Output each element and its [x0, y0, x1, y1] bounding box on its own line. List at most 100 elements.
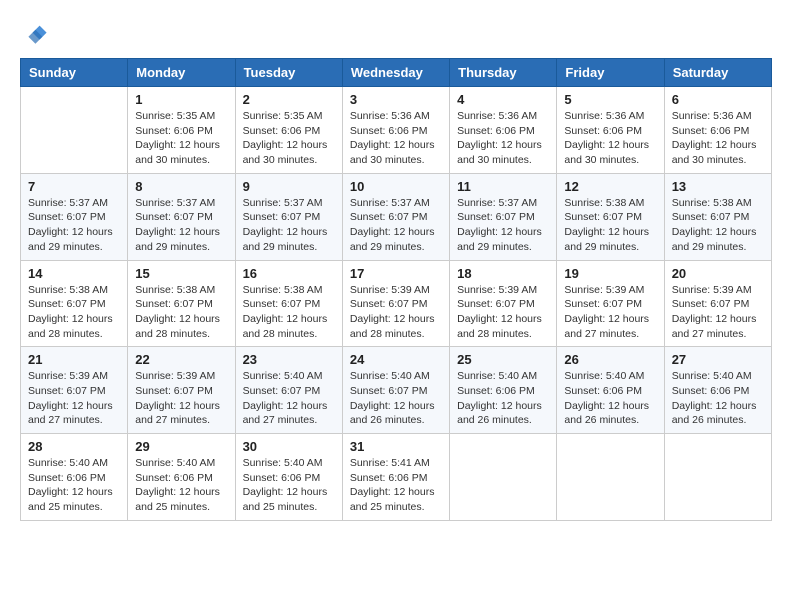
- calendar-header-saturday: Saturday: [664, 59, 771, 87]
- calendar-cell: 31 Sunrise: 5:41 AM Sunset: 6:06 PM Dayli…: [342, 434, 449, 521]
- calendar-cell: 5 Sunrise: 5:36 AM Sunset: 6:06 PM Daylig…: [557, 87, 664, 174]
- day-number: 2: [243, 92, 335, 107]
- day-number: 1: [135, 92, 227, 107]
- day-number: 19: [564, 266, 656, 281]
- day-number: 16: [243, 266, 335, 281]
- day-number: 14: [28, 266, 120, 281]
- day-info: Sunrise: 5:38 AM Sunset: 6:07 PM Dayligh…: [243, 283, 335, 342]
- calendar-cell: 9 Sunrise: 5:37 AM Sunset: 6:07 PM Daylig…: [235, 173, 342, 260]
- day-info: Sunrise: 5:39 AM Sunset: 6:07 PM Dayligh…: [672, 283, 764, 342]
- calendar-cell: 3 Sunrise: 5:36 AM Sunset: 6:06 PM Daylig…: [342, 87, 449, 174]
- calendar-header-sunday: Sunday: [21, 59, 128, 87]
- day-number: 8: [135, 179, 227, 194]
- day-info: Sunrise: 5:39 AM Sunset: 6:07 PM Dayligh…: [457, 283, 549, 342]
- calendar: SundayMondayTuesdayWednesdayThursdayFrid…: [20, 58, 772, 521]
- day-info: Sunrise: 5:40 AM Sunset: 6:06 PM Dayligh…: [28, 456, 120, 515]
- day-info: Sunrise: 5:37 AM Sunset: 6:07 PM Dayligh…: [457, 196, 549, 255]
- calendar-cell: 17 Sunrise: 5:39 AM Sunset: 6:07 PM Dayli…: [342, 260, 449, 347]
- day-info: Sunrise: 5:40 AM Sunset: 6:06 PM Dayligh…: [564, 369, 656, 428]
- day-number: 26: [564, 352, 656, 367]
- day-info: Sunrise: 5:38 AM Sunset: 6:07 PM Dayligh…: [672, 196, 764, 255]
- day-info: Sunrise: 5:40 AM Sunset: 6:06 PM Dayligh…: [243, 456, 335, 515]
- day-info: Sunrise: 5:37 AM Sunset: 6:07 PM Dayligh…: [135, 196, 227, 255]
- day-number: 9: [243, 179, 335, 194]
- calendar-cell: [21, 87, 128, 174]
- logo-icon: [20, 20, 48, 48]
- day-number: 29: [135, 439, 227, 454]
- day-info: Sunrise: 5:39 AM Sunset: 6:07 PM Dayligh…: [28, 369, 120, 428]
- calendar-week-row: 28 Sunrise: 5:40 AM Sunset: 6:06 PM Dayli…: [21, 434, 772, 521]
- day-info: Sunrise: 5:39 AM Sunset: 6:07 PM Dayligh…: [350, 283, 442, 342]
- day-number: 10: [350, 179, 442, 194]
- day-number: 3: [350, 92, 442, 107]
- calendar-cell: [450, 434, 557, 521]
- calendar-week-row: 14 Sunrise: 5:38 AM Sunset: 6:07 PM Dayli…: [21, 260, 772, 347]
- day-number: 12: [564, 179, 656, 194]
- calendar-week-row: 7 Sunrise: 5:37 AM Sunset: 6:07 PM Daylig…: [21, 173, 772, 260]
- calendar-cell: 15 Sunrise: 5:38 AM Sunset: 6:07 PM Dayli…: [128, 260, 235, 347]
- calendar-cell: 26 Sunrise: 5:40 AM Sunset: 6:06 PM Dayli…: [557, 347, 664, 434]
- calendar-cell: 19Sunrise: 5:39 AM Sunset: 6:07 PM Dayli…: [557, 260, 664, 347]
- day-info: Sunrise: 5:39 AM Sunset: 6:07 PM Dayligh…: [135, 369, 227, 428]
- day-number: 18: [457, 266, 549, 281]
- day-number: 31: [350, 439, 442, 454]
- day-info: Sunrise: 5:40 AM Sunset: 6:06 PM Dayligh…: [135, 456, 227, 515]
- calendar-cell: [664, 434, 771, 521]
- day-number: 25: [457, 352, 549, 367]
- day-number: 24: [350, 352, 442, 367]
- calendar-cell: 2 Sunrise: 5:35 AM Sunset: 6:06 PM Daylig…: [235, 87, 342, 174]
- calendar-cell: 1 Sunrise: 5:35 AM Sunset: 6:06 PM Daylig…: [128, 87, 235, 174]
- calendar-week-row: 1 Sunrise: 5:35 AM Sunset: 6:06 PM Daylig…: [21, 87, 772, 174]
- calendar-cell: 30 Sunrise: 5:40 AM Sunset: 6:06 PM Dayli…: [235, 434, 342, 521]
- calendar-header-tuesday: Tuesday: [235, 59, 342, 87]
- day-info: Sunrise: 5:40 AM Sunset: 6:06 PM Dayligh…: [672, 369, 764, 428]
- calendar-cell: 27 Sunrise: 5:40 AM Sunset: 6:06 PM Dayli…: [664, 347, 771, 434]
- calendar-header-thursday: Thursday: [450, 59, 557, 87]
- logo: [20, 20, 52, 48]
- calendar-cell: 13 Sunrise: 5:38 AM Sunset: 6:07 PM Dayli…: [664, 173, 771, 260]
- day-number: 13: [672, 179, 764, 194]
- calendar-week-row: 21 Sunrise: 5:39 AM Sunset: 6:07 PM Dayli…: [21, 347, 772, 434]
- day-number: 22: [135, 352, 227, 367]
- day-info: Sunrise: 5:38 AM Sunset: 6:07 PM Dayligh…: [564, 196, 656, 255]
- day-number: 7: [28, 179, 120, 194]
- day-number: 5: [564, 92, 656, 107]
- calendar-cell: 4Sunrise: 5:36 AM Sunset: 6:06 PM Daylig…: [450, 87, 557, 174]
- day-number: 21: [28, 352, 120, 367]
- day-info: Sunrise: 5:35 AM Sunset: 6:06 PM Dayligh…: [135, 109, 227, 168]
- day-info: Sunrise: 5:41 AM Sunset: 6:06 PM Dayligh…: [350, 456, 442, 515]
- day-info: Sunrise: 5:40 AM Sunset: 6:06 PM Dayligh…: [457, 369, 549, 428]
- calendar-cell: 16 Sunrise: 5:38 AM Sunset: 6:07 PM Dayli…: [235, 260, 342, 347]
- calendar-cell: 28 Sunrise: 5:40 AM Sunset: 6:06 PM Dayli…: [21, 434, 128, 521]
- calendar-cell: 25 Sunrise: 5:40 AM Sunset: 6:06 PM Dayli…: [450, 347, 557, 434]
- day-number: 4: [457, 92, 549, 107]
- day-info: Sunrise: 5:38 AM Sunset: 6:07 PM Dayligh…: [28, 283, 120, 342]
- day-number: 6: [672, 92, 764, 107]
- day-info: Sunrise: 5:40 AM Sunset: 6:07 PM Dayligh…: [243, 369, 335, 428]
- calendar-header-monday: Monday: [128, 59, 235, 87]
- calendar-cell: 21 Sunrise: 5:39 AM Sunset: 6:07 PM Dayli…: [21, 347, 128, 434]
- calendar-cell: 7 Sunrise: 5:37 AM Sunset: 6:07 PM Daylig…: [21, 173, 128, 260]
- calendar-cell: 22 Sunrise: 5:39 AM Sunset: 6:07 PM Dayli…: [128, 347, 235, 434]
- day-number: 15: [135, 266, 227, 281]
- calendar-header-friday: Friday: [557, 59, 664, 87]
- day-info: Sunrise: 5:37 AM Sunset: 6:07 PM Dayligh…: [350, 196, 442, 255]
- calendar-cell: 23 Sunrise: 5:40 AM Sunset: 6:07 PM Dayli…: [235, 347, 342, 434]
- day-number: 23: [243, 352, 335, 367]
- day-info: Sunrise: 5:37 AM Sunset: 6:07 PM Dayligh…: [28, 196, 120, 255]
- calendar-cell: 18 Sunrise: 5:39 AM Sunset: 6:07 PM Dayli…: [450, 260, 557, 347]
- calendar-cell: [557, 434, 664, 521]
- day-info: Sunrise: 5:36 AM Sunset: 6:06 PM Dayligh…: [350, 109, 442, 168]
- day-number: 11: [457, 179, 549, 194]
- day-number: 28: [28, 439, 120, 454]
- day-number: 27: [672, 352, 764, 367]
- day-number: 17: [350, 266, 442, 281]
- day-number: 30: [243, 439, 335, 454]
- day-info: Sunrise: 5:35 AM Sunset: 6:06 PM Dayligh…: [243, 109, 335, 168]
- day-info: Sunrise: 5:38 AM Sunset: 6:07 PM Dayligh…: [135, 283, 227, 342]
- calendar-header-wednesday: Wednesday: [342, 59, 449, 87]
- day-info: Sunrise: 5:37 AM Sunset: 6:07 PM Dayligh…: [243, 196, 335, 255]
- calendar-header-row: SundayMondayTuesdayWednesdayThursdayFrid…: [21, 59, 772, 87]
- calendar-cell: 8 Sunrise: 5:37 AM Sunset: 6:07 PM Daylig…: [128, 173, 235, 260]
- day-info: Sunrise: 5:36 AM Sunset: 6:06 PM Dayligh…: [564, 109, 656, 168]
